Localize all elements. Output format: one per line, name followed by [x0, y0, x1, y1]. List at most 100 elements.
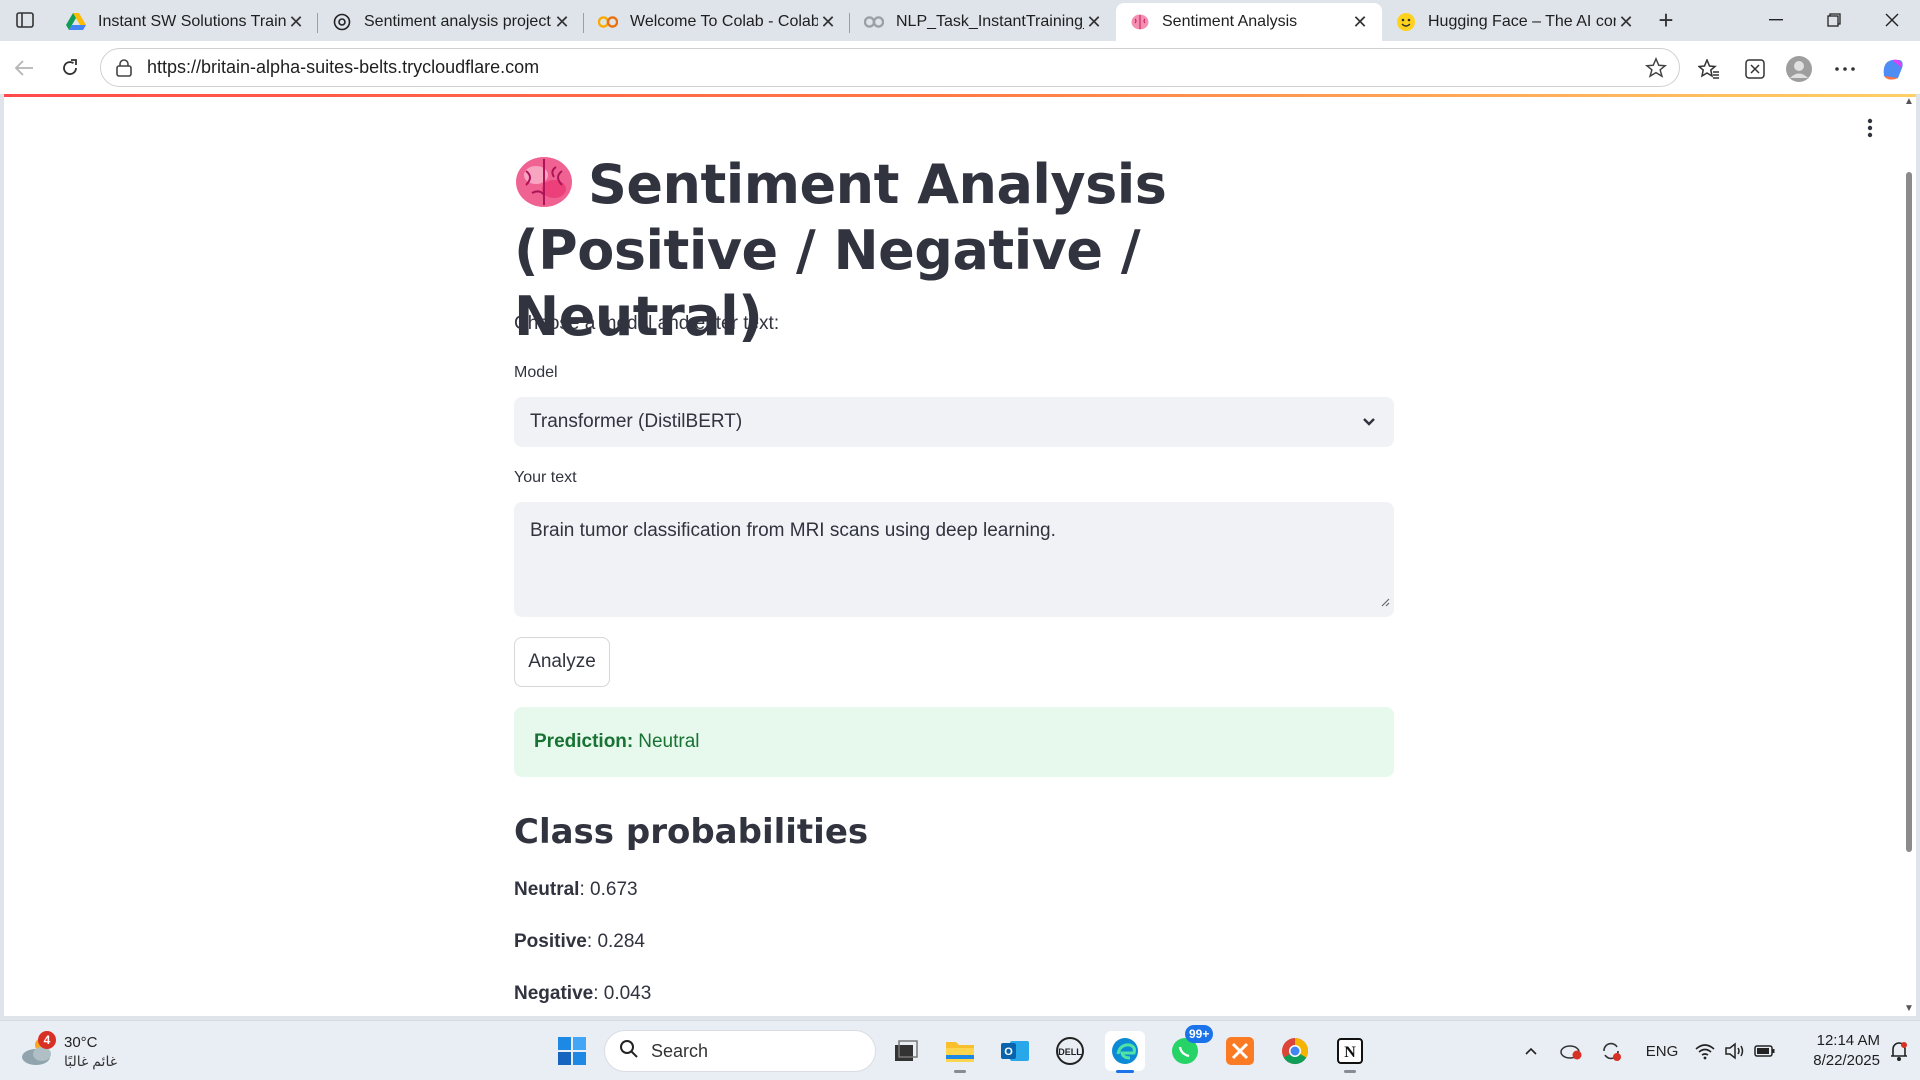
tab-title: NLP_Task_InstantTraining_W — [896, 13, 1084, 30]
copilot-icon[interactable] — [1878, 54, 1908, 84]
edge-icon[interactable] — [1105, 1031, 1145, 1073]
text-input[interactable]: Brain tumor classification from MRI scan… — [514, 502, 1394, 617]
restore-icon[interactable] — [1806, 0, 1862, 40]
svg-text:DELL: DELL — [1058, 1047, 1082, 1057]
tab-title: Hugging Face – The AI comm — [1428, 13, 1616, 30]
prediction-label: Prediction: — [534, 731, 634, 752]
page-subtitle: Choose a model and enter text: — [514, 313, 780, 334]
scroll-up-icon[interactable]: ▲ — [1904, 96, 1914, 107]
chatgpt-icon — [332, 12, 352, 32]
page-viewport: Sentiment Analysis (Positive / Negative … — [4, 94, 1916, 1016]
text-label: Your text — [514, 469, 577, 486]
clock-date: 8/22/2025 — [1813, 1052, 1880, 1069]
close-tab-icon[interactable]: ✕ — [1616, 12, 1636, 32]
chrome-icon[interactable] — [1275, 1031, 1315, 1071]
probabilities-heading: Class probabilities — [514, 812, 869, 852]
weather-widget[interactable]: 4 30°C غائم غالبًا — [20, 1031, 140, 1073]
probability-value: 0.673 — [590, 879, 638, 900]
probability-row: Positive: 0.284 — [514, 931, 645, 952]
probability-row: Neutral: 0.673 — [514, 879, 638, 900]
xampp-icon[interactable] — [1220, 1031, 1260, 1071]
tab-title: Instant SW Solutions Training — [98, 13, 286, 30]
svg-text:N: N — [1344, 1044, 1356, 1061]
windows-taskbar: 4 30°C غائم غالبًا Search O DELL 99+ N E… — [0, 1020, 1920, 1080]
outlook-icon[interactable]: O — [995, 1031, 1035, 1071]
tab-instant-sw[interactable]: Instant SW Solutions Training ✕ — [52, 3, 318, 41]
close-tab-icon[interactable]: ✕ — [818, 12, 838, 32]
close-tab-icon[interactable]: ✕ — [286, 12, 306, 32]
probability-value: 0.284 — [597, 931, 645, 952]
reload-icon[interactable] — [54, 52, 86, 84]
notification-bell-icon[interactable] — [1886, 1039, 1912, 1063]
search-icon — [619, 1039, 639, 1064]
tab-sentiment-project[interactable]: Sentiment analysis project ✕ — [318, 3, 584, 41]
close-tab-icon[interactable]: ✕ — [1084, 12, 1104, 32]
probability-class: Negative — [514, 983, 594, 1004]
tab-colab-welcome[interactable]: Welcome To Colab - Colab ✕ — [584, 3, 850, 41]
minimize-icon[interactable] — [1748, 0, 1804, 40]
site-info-icon[interactable] — [115, 58, 137, 77]
new-tab-button[interactable]: + — [1650, 5, 1682, 35]
clock-time: 12:14 AM — [1816, 1032, 1880, 1049]
dell-icon[interactable]: DELL — [1050, 1031, 1090, 1071]
whatsapp-icon[interactable]: 99+ — [1165, 1025, 1214, 1071]
active-indicator — [1116, 1070, 1134, 1073]
taskbar-search[interactable]: Search — [604, 1030, 876, 1072]
model-label: Model — [514, 364, 558, 381]
tab-hugging-face[interactable]: Hugging Face – The AI comm ✕ — [1382, 3, 1648, 41]
probability-class: Neutral — [514, 879, 580, 900]
analyze-button[interactable]: Analyze — [514, 637, 610, 687]
system-clock[interactable]: 12:14 AM 8/22/2025 — [1790, 1031, 1880, 1071]
app-menu-icon[interactable] — [1858, 116, 1882, 140]
tab-title: Sentiment analysis project — [364, 13, 551, 30]
onedrive-error-icon[interactable] — [1558, 1039, 1584, 1063]
tab-actions-icon[interactable] — [8, 6, 42, 34]
probability-row: Negative: 0.043 — [514, 983, 652, 1004]
back-icon[interactable] — [8, 52, 40, 84]
search-placeholder: Search — [651, 1040, 709, 1061]
close-window-icon[interactable] — [1864, 0, 1920, 40]
close-tab-icon[interactable]: ✕ — [1350, 12, 1370, 32]
probability-class: Positive — [514, 931, 587, 952]
running-indicator — [954, 1070, 966, 1073]
browser-tab-bar: Instant SW Solutions Training ✕ Sentimen… — [0, 0, 1920, 41]
close-tab-icon[interactable]: ✕ — [552, 12, 572, 32]
brain-icon — [514, 155, 574, 209]
favorites-icon[interactable] — [1694, 54, 1724, 84]
weather-badge: 4 — [38, 1031, 56, 1049]
start-button[interactable] — [552, 1031, 592, 1071]
wifi-icon[interactable] — [1692, 1039, 1718, 1063]
brain-icon — [1130, 12, 1150, 32]
chevron-down-icon — [1360, 412, 1378, 436]
sync-icon[interactable] — [1598, 1039, 1624, 1063]
address-bar[interactable]: https://britain-alpha-suites-belts.trycl… — [100, 48, 1680, 87]
file-explorer-icon[interactable] — [940, 1031, 980, 1073]
task-view-icon[interactable] — [886, 1031, 926, 1071]
page-scrollbar[interactable]: ▲ ▼ — [1902, 94, 1916, 1016]
chevron-up-icon[interactable] — [1520, 1039, 1542, 1063]
language-indicator[interactable]: ENG — [1642, 1039, 1682, 1063]
tab-sentiment-analysis[interactable]: Sentiment Analysis ✕ — [1116, 3, 1382, 41]
scrollbar-thumb[interactable] — [1906, 172, 1912, 852]
prediction-alert: Prediction: Neutral — [514, 707, 1394, 777]
scroll-down-icon[interactable]: ▼ — [1904, 1003, 1914, 1014]
whatsapp-badge: 99+ — [1185, 1025, 1214, 1043]
settings-more-icon[interactable] — [1830, 54, 1860, 84]
notion-icon[interactable]: N — [1330, 1031, 1370, 1073]
volume-icon[interactable] — [1722, 1039, 1748, 1063]
running-indicator — [1344, 1070, 1356, 1073]
favorite-star-icon[interactable] — [1644, 56, 1668, 84]
browser-essentials-icon[interactable] — [1740, 54, 1770, 84]
tab-title: Welcome To Colab - Colab — [630, 13, 818, 30]
resize-handle-icon[interactable] — [1380, 591, 1390, 613]
browser-toolbar: https://britain-alpha-suites-belts.trycl… — [0, 41, 1920, 94]
prediction-value: Neutral — [638, 731, 700, 752]
tab-nlp-task[interactable]: NLP_Task_InstantTraining_W ✕ — [850, 3, 1116, 41]
colab-icon — [598, 12, 618, 32]
model-select[interactable]: Transformer (DistilBERT) — [514, 397, 1394, 447]
text-input-value: Brain tumor classification from MRI scan… — [530, 520, 1056, 541]
weather-condition: غائم غالبًا — [64, 1053, 118, 1069]
battery-icon[interactable] — [1752, 1039, 1778, 1063]
profile-avatar[interactable] — [1784, 54, 1814, 84]
hugging-face-icon — [1396, 12, 1416, 32]
